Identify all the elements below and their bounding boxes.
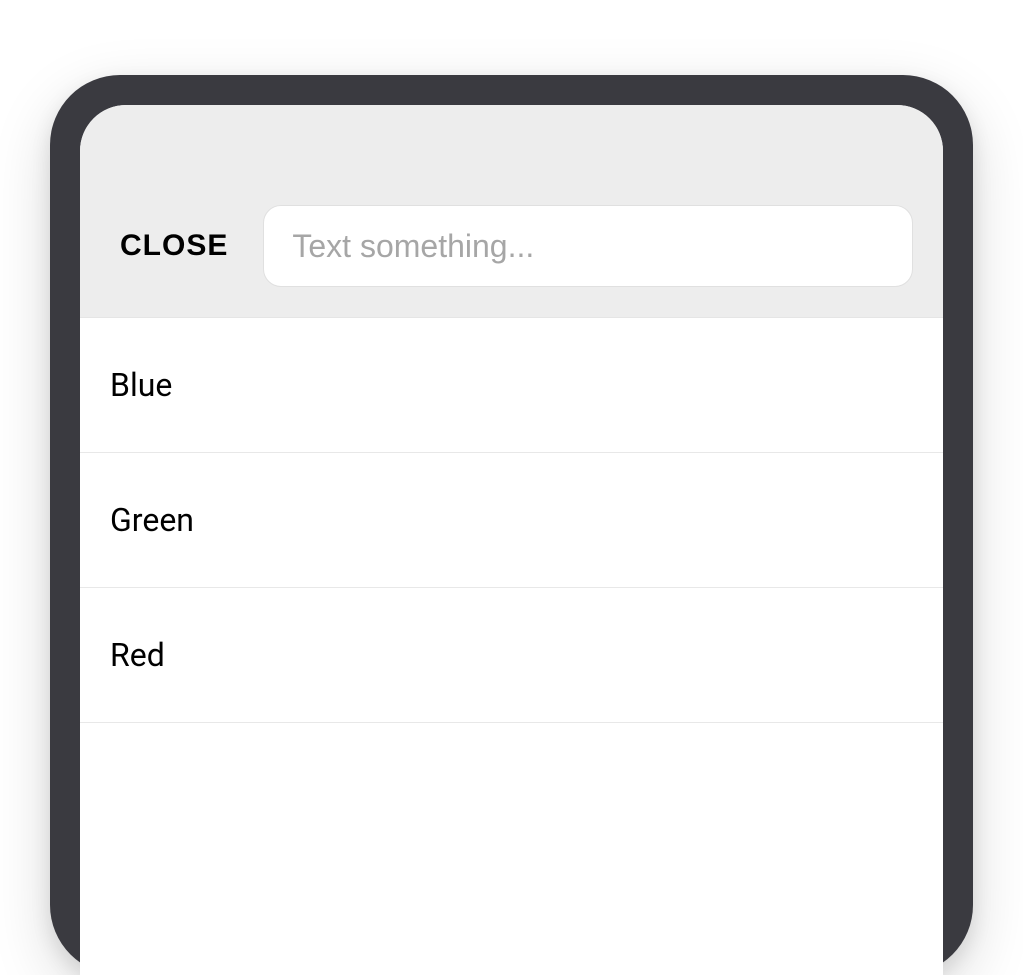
- header: CLOSE: [80, 105, 943, 318]
- list-item[interactable]: Red: [80, 588, 943, 723]
- list-item[interactable]: Green: [80, 453, 943, 588]
- search-input[interactable]: [263, 205, 913, 287]
- options-list: Blue Green Red: [80, 318, 943, 723]
- screen: CLOSE Blue Green Red: [80, 105, 943, 975]
- device-frame: CLOSE Blue Green Red: [50, 75, 973, 975]
- list-item[interactable]: Blue: [80, 318, 943, 453]
- close-button[interactable]: CLOSE: [110, 221, 238, 271]
